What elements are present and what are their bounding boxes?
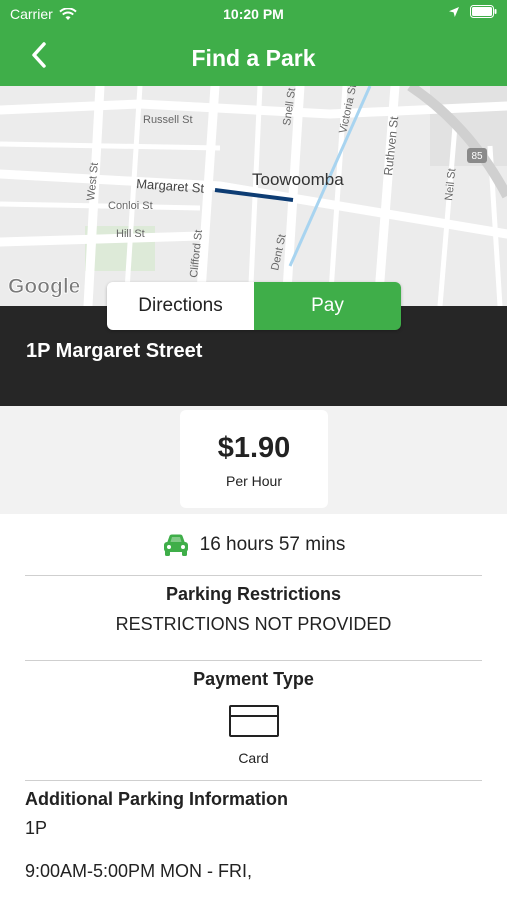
location-arrow-icon: [449, 6, 459, 17]
battery-icon: [470, 5, 497, 18]
additional-info-line: 1P: [25, 818, 48, 838]
pay-tab[interactable]: Pay: [254, 282, 401, 330]
payment-card-label: Card: [238, 750, 269, 766]
price-card: $1.90 Per Hour: [180, 410, 328, 508]
map-view[interactable]: 85 Russell St Margaret St Conloi St Hill…: [0, 86, 507, 306]
divider: [25, 575, 482, 576]
map-canvas: 85 Russell St Margaret St Conloi St Hill…: [0, 86, 507, 306]
restrictions-value: RESTRICTIONS NOT PROVIDED: [115, 614, 392, 634]
street-label-russell: Russell St: [143, 114, 193, 126]
location-name: 1P Margaret Street: [26, 340, 203, 362]
car-icon: [163, 534, 188, 556]
status-bar: Carrier 10:20 PM: [0, 0, 507, 28]
page-title: Find a Park: [191, 45, 316, 71]
directions-pay-toggle: Directions Pay: [107, 282, 401, 330]
restrictions-title: Parking Restrictions: [165, 584, 342, 604]
payment-type-title: Payment Type: [193, 669, 314, 689]
price-section: $1.90 Per Hour: [0, 406, 507, 514]
divider: [25, 780, 482, 781]
nav-bar: Find a Park: [0, 28, 507, 86]
duration-row: 16 hours 57 mins: [0, 530, 507, 560]
status-time: 10:20 PM: [223, 6, 284, 22]
divider: [25, 660, 482, 661]
highway-number: 85: [471, 151, 483, 162]
town-label: Toowoomba: [252, 170, 344, 189]
credit-card-icon: [229, 705, 279, 737]
price-unit: Per Hour: [225, 473, 283, 489]
additional-info-title: Additional Parking Information: [25, 789, 289, 809]
price-amount: $1.90: [217, 432, 291, 464]
directions-tab[interactable]: Directions: [107, 282, 254, 330]
street-label-hill: Hill St: [116, 228, 145, 240]
google-logo: Google: [8, 275, 80, 298]
duration-text: 16 hours 57 mins: [199, 534, 346, 555]
additional-info-line: 9:00AM-5:00PM MON - FRI,: [25, 861, 253, 881]
status-right-group: [448, 5, 497, 18]
street-label-conloi: Conloi St: [108, 200, 153, 212]
